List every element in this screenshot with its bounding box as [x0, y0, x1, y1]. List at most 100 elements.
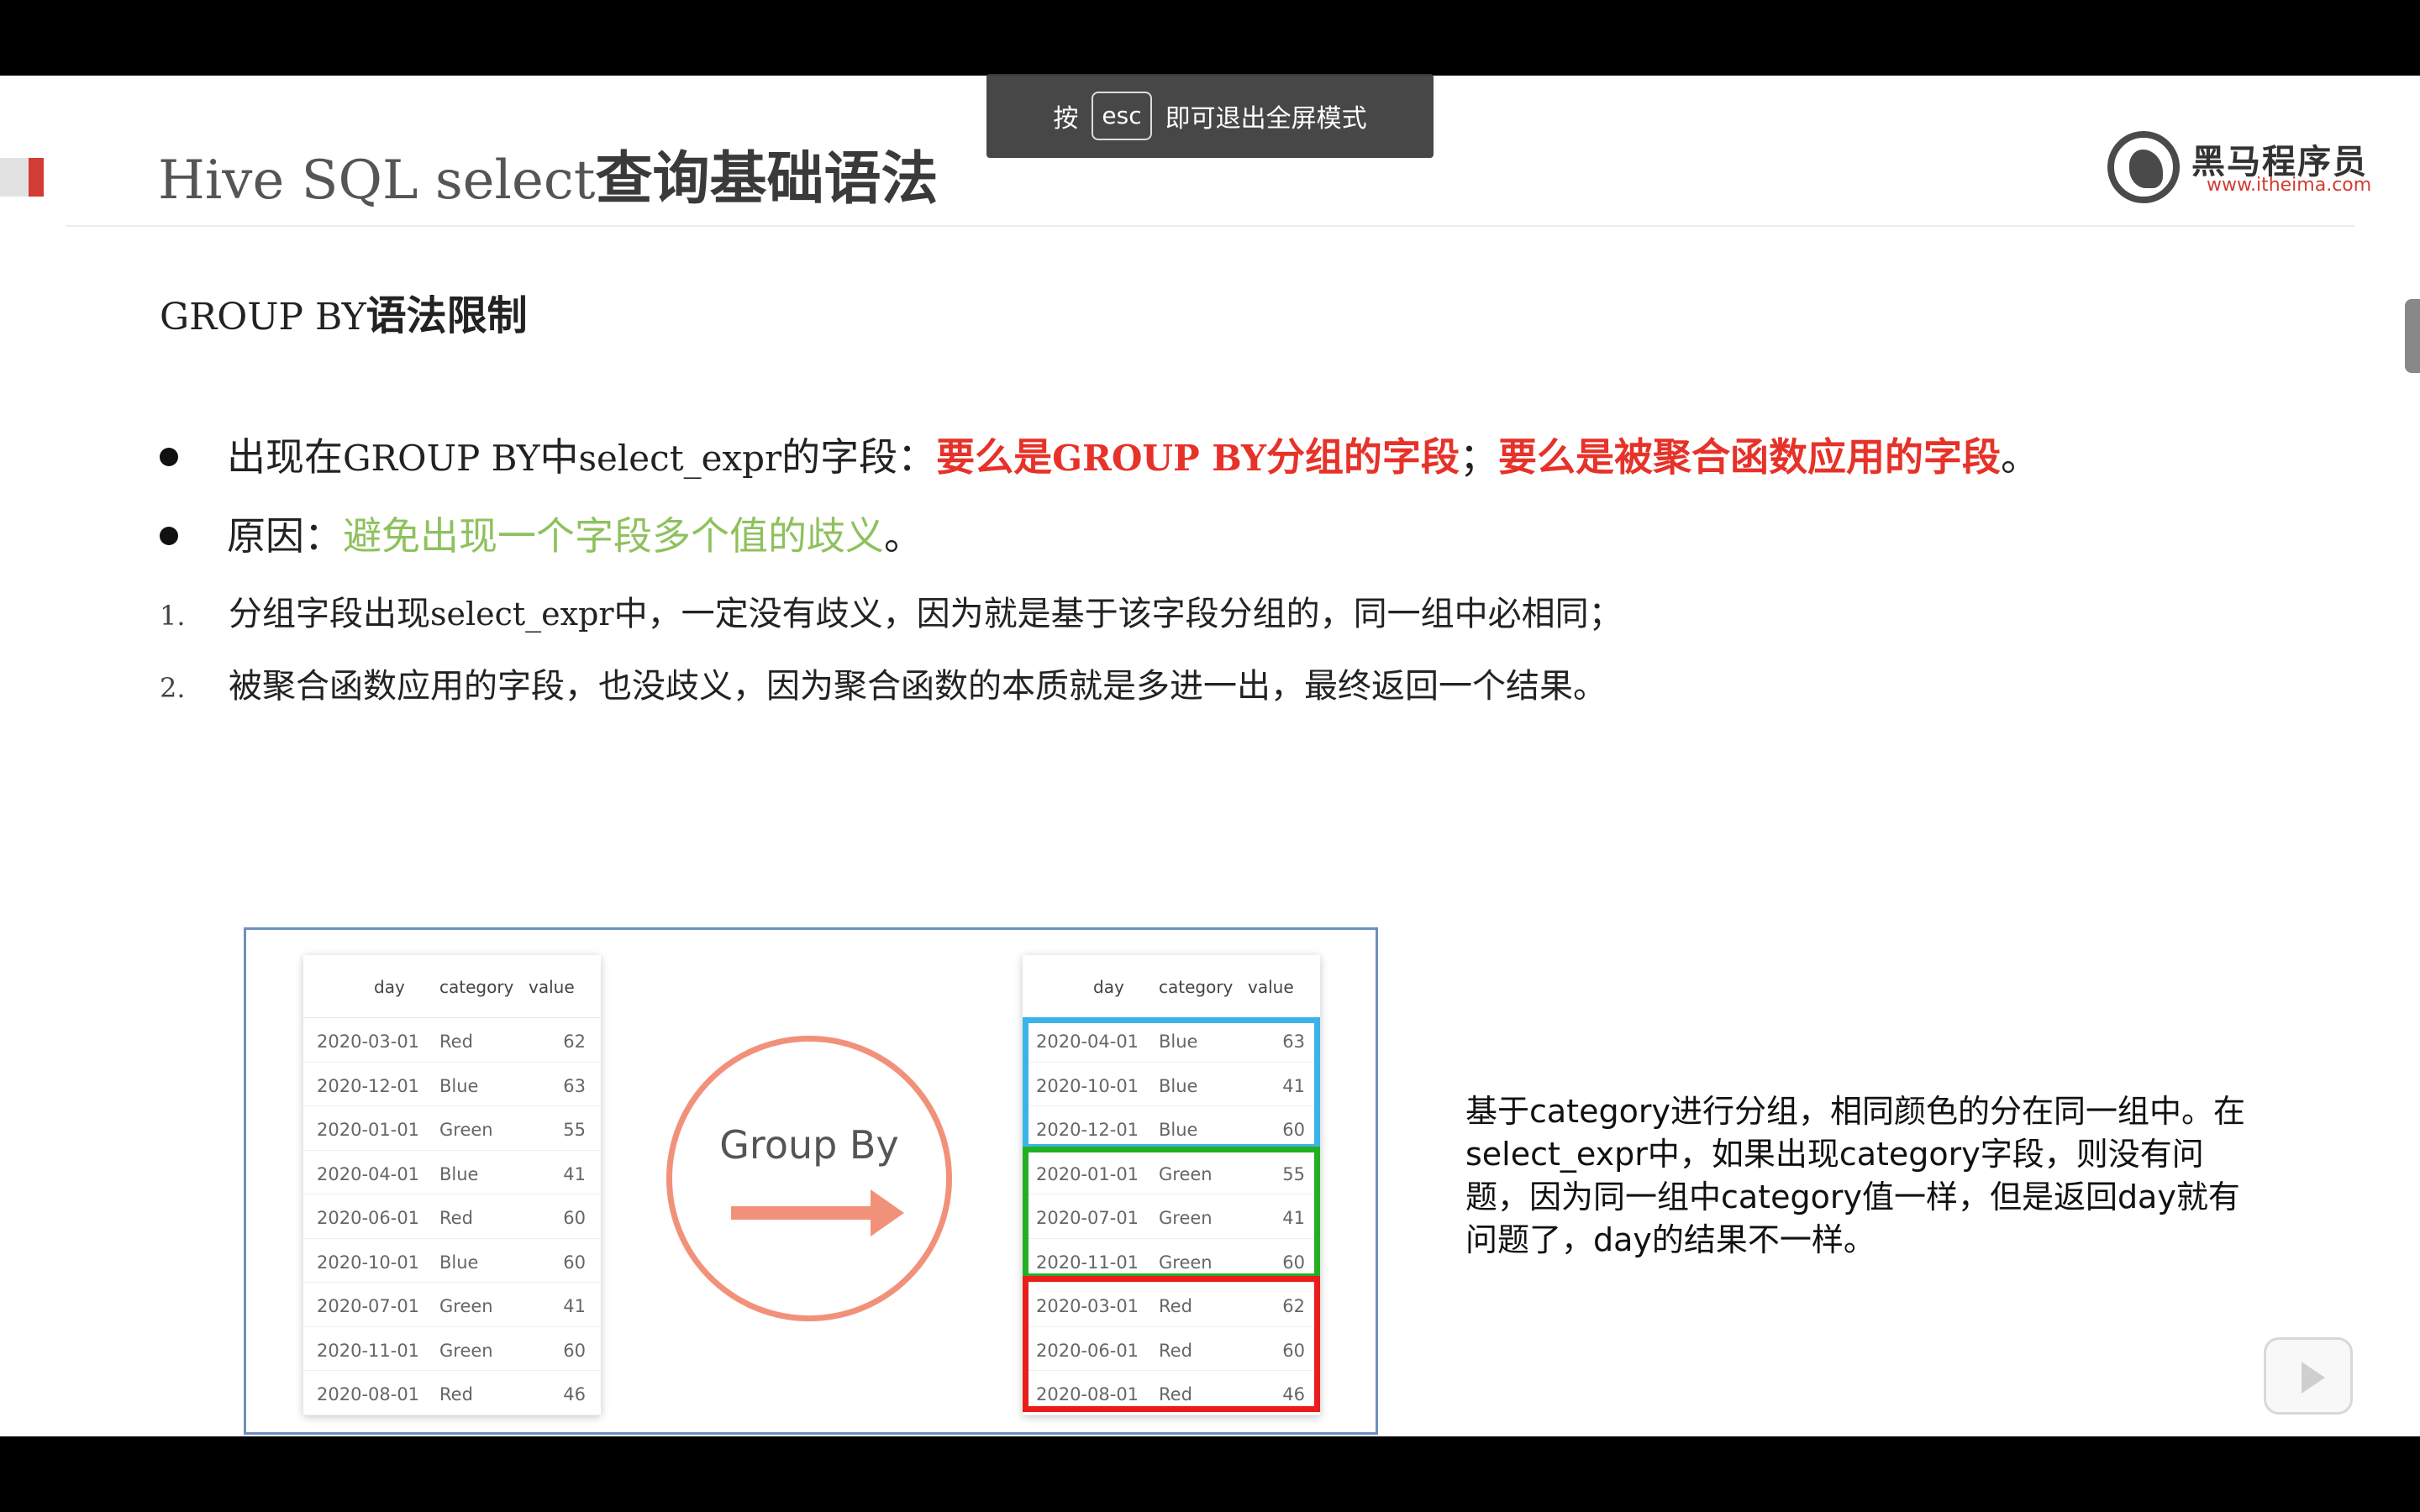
header-day: day: [374, 977, 405, 997]
bullet-rule: 出现在GROUP BY中select_expr的字段：要么是GROUP BY分组…: [160, 427, 2039, 482]
cell-day: 2020-10-01: [317, 1252, 420, 1273]
logo-url: www.itheima.com: [2207, 175, 2372, 196]
table-row: 2020-08-01 Red 46: [303, 1371, 601, 1415]
bullet1-text: 出现在: [227, 434, 343, 480]
grouped-table: day category value 2020-04-01 Blue 63 2020-…: [1023, 955, 1320, 1415]
table-row: 2020-06-01 Red 60: [303, 1194, 601, 1239]
cell-value: 60: [563, 1252, 586, 1273]
toast-prefix: 按: [1053, 104, 1079, 134]
title-chinese: 查询基础语法: [595, 146, 939, 213]
table-header: day category value: [1023, 955, 1320, 1018]
arrow-right-icon: [731, 1206, 872, 1220]
bullet1-highlight: 分组的字段: [1266, 434, 1460, 480]
cell-day: 2020-11-01: [317, 1340, 420, 1361]
cell-value: 41: [563, 1296, 586, 1316]
cell-value: 62: [563, 1032, 586, 1052]
bullet2-text: 原因：: [227, 513, 343, 559]
title-accent-red: [29, 158, 44, 197]
item2-text: 被聚合函数应用的字段，也没歧义，因为聚合函数的本质就是多进一出，最终返回一个结果…: [229, 667, 1607, 706]
bullet2-text: 。: [884, 513, 923, 559]
cell-day: 2020-08-01: [317, 1384, 420, 1404]
cell-day: 2020-12-01: [317, 1075, 420, 1096]
header-category: category: [1159, 977, 1234, 997]
cell-day: 2020-06-01: [317, 1208, 420, 1228]
bullet2-highlight: 避免出现一个字段多个值的歧义: [343, 513, 884, 559]
cell-day: 2020-01-01: [317, 1120, 420, 1140]
section-subtitle: GROUP BY语法限制: [160, 282, 528, 341]
bullet-dot-icon: [160, 447, 178, 466]
group-red-outline: [1023, 1276, 1320, 1412]
cell-day: 2020-03-01: [317, 1032, 420, 1052]
header-day: day: [1093, 977, 1124, 997]
item1-code: select_expr: [430, 596, 614, 633]
bullet1-code: GROUP BY: [343, 438, 540, 479]
group-by-circle: Group By: [666, 1036, 952, 1321]
source-table: day category value 2020-03-01 Red 62 2020-1…: [303, 955, 601, 1415]
bullet1-text: 的字段：: [781, 434, 937, 480]
item-number: 2.: [160, 672, 186, 704]
cell-day: 2020-07-01: [317, 1296, 420, 1316]
table-row: 2020-01-01 Green 55: [303, 1106, 601, 1151]
cell-value: 60: [563, 1208, 586, 1228]
cell-category: Green: [439, 1296, 493, 1316]
group-blue-outline: [1023, 1017, 1320, 1150]
item-number: 1.: [160, 600, 186, 632]
bullet1-text: ；: [1460, 434, 1499, 480]
header-category: category: [439, 977, 514, 997]
horse-logo-icon: [2107, 131, 2180, 203]
cell-value: 46: [563, 1384, 586, 1404]
cell-value: 60: [563, 1340, 586, 1361]
side-panel-handle[interactable]: [2405, 299, 2420, 373]
arrow-head-icon: [871, 1189, 904, 1236]
table-row: 2020-10-01 Blue 60: [303, 1239, 601, 1283]
cell-category: Blue: [439, 1075, 479, 1096]
side-explanation: 基于category进行分组，相同颜色的分在同一组中。在select_expr中…: [1465, 1093, 2245, 1258]
subtitle-chinese: 语法限制: [366, 292, 528, 339]
header-value: value: [529, 977, 575, 997]
esc-key-hint: esc: [1092, 92, 1152, 140]
numbered-item-2: 2. 被聚合函数应用的字段，也没歧义，因为聚合函数的本质就是多进一出，最终返回一个…: [160, 659, 1607, 707]
group-by-figure: day category value 2020-03-01 Red 62 2020-1…: [244, 927, 1378, 1435]
table-row: 2020-12-01 Blue 63: [303, 1063, 601, 1106]
play-icon[interactable]: [2264, 1337, 2353, 1415]
fullscreen-exit-toast: 按 esc 即可退出全屏模式: [986, 74, 1434, 158]
cell-value: 63: [563, 1075, 586, 1096]
subtitle-code: GROUP BY: [160, 296, 366, 339]
bullet-reason: 原因：避免出现一个字段多个值的歧义。: [160, 506, 923, 561]
cell-value: 55: [563, 1120, 586, 1140]
cell-category: Green: [439, 1120, 493, 1140]
table-row: 2020-11-01 Green 60: [303, 1327, 601, 1371]
title-divider: [66, 225, 2354, 227]
slide: Hive SQL select查询基础语法 黑马程序员 www.itheima.…: [0, 76, 2420, 1436]
table-row: 2020-04-01 Blue 41: [303, 1151, 601, 1194]
header-value: value: [1248, 977, 1294, 997]
brand-logo: 黑马程序员 www.itheima.com: [2107, 131, 2371, 212]
title-code: Hive SQL select: [158, 150, 596, 212]
title-accent-gray: [0, 158, 29, 197]
cell-category: Red: [439, 1384, 473, 1404]
cell-category: Blue: [439, 1252, 479, 1273]
cell-category: Green: [439, 1340, 493, 1361]
cell-category: Red: [439, 1208, 473, 1228]
bullet1-highlight: 要么是: [936, 434, 1053, 480]
bullet-dot-icon: [160, 526, 178, 545]
bullet1-highlight: 要么是被聚合函数应用的字段: [1498, 434, 2002, 480]
cell-category: Red: [439, 1032, 473, 1052]
bullet1-code: select_expr: [578, 438, 782, 479]
cell-value: 41: [563, 1163, 586, 1184]
group-by-label: Group By: [719, 1122, 899, 1168]
cell-category: Blue: [439, 1163, 479, 1184]
bullet1-highlight-code: GROUP BY: [1052, 438, 1267, 479]
cell-day: 2020-04-01: [317, 1163, 420, 1184]
toast-suffix: 即可退出全屏模式: [1165, 104, 1367, 134]
table-header: day category value: [303, 955, 601, 1018]
table-row: 2020-07-01 Green 41: [303, 1283, 601, 1327]
item1-text: 分组字段出现: [229, 595, 430, 633]
bullet1-text: 。: [2001, 434, 2040, 480]
group-green-outline: [1023, 1147, 1320, 1279]
numbered-item-1: 1. 分组字段出现select_expr中，一定没有歧义，因为就是基于该字段分组的…: [160, 586, 1623, 635]
slide-title: Hive SQL select查询基础语法: [158, 144, 938, 216]
bullet1-text: 中: [539, 434, 579, 480]
item1-text: 中，一定没有歧义，因为就是基于该字段分组的，同一组中必相同；: [613, 595, 1623, 633]
table-row: 2020-03-01 Red 62: [303, 1018, 601, 1063]
